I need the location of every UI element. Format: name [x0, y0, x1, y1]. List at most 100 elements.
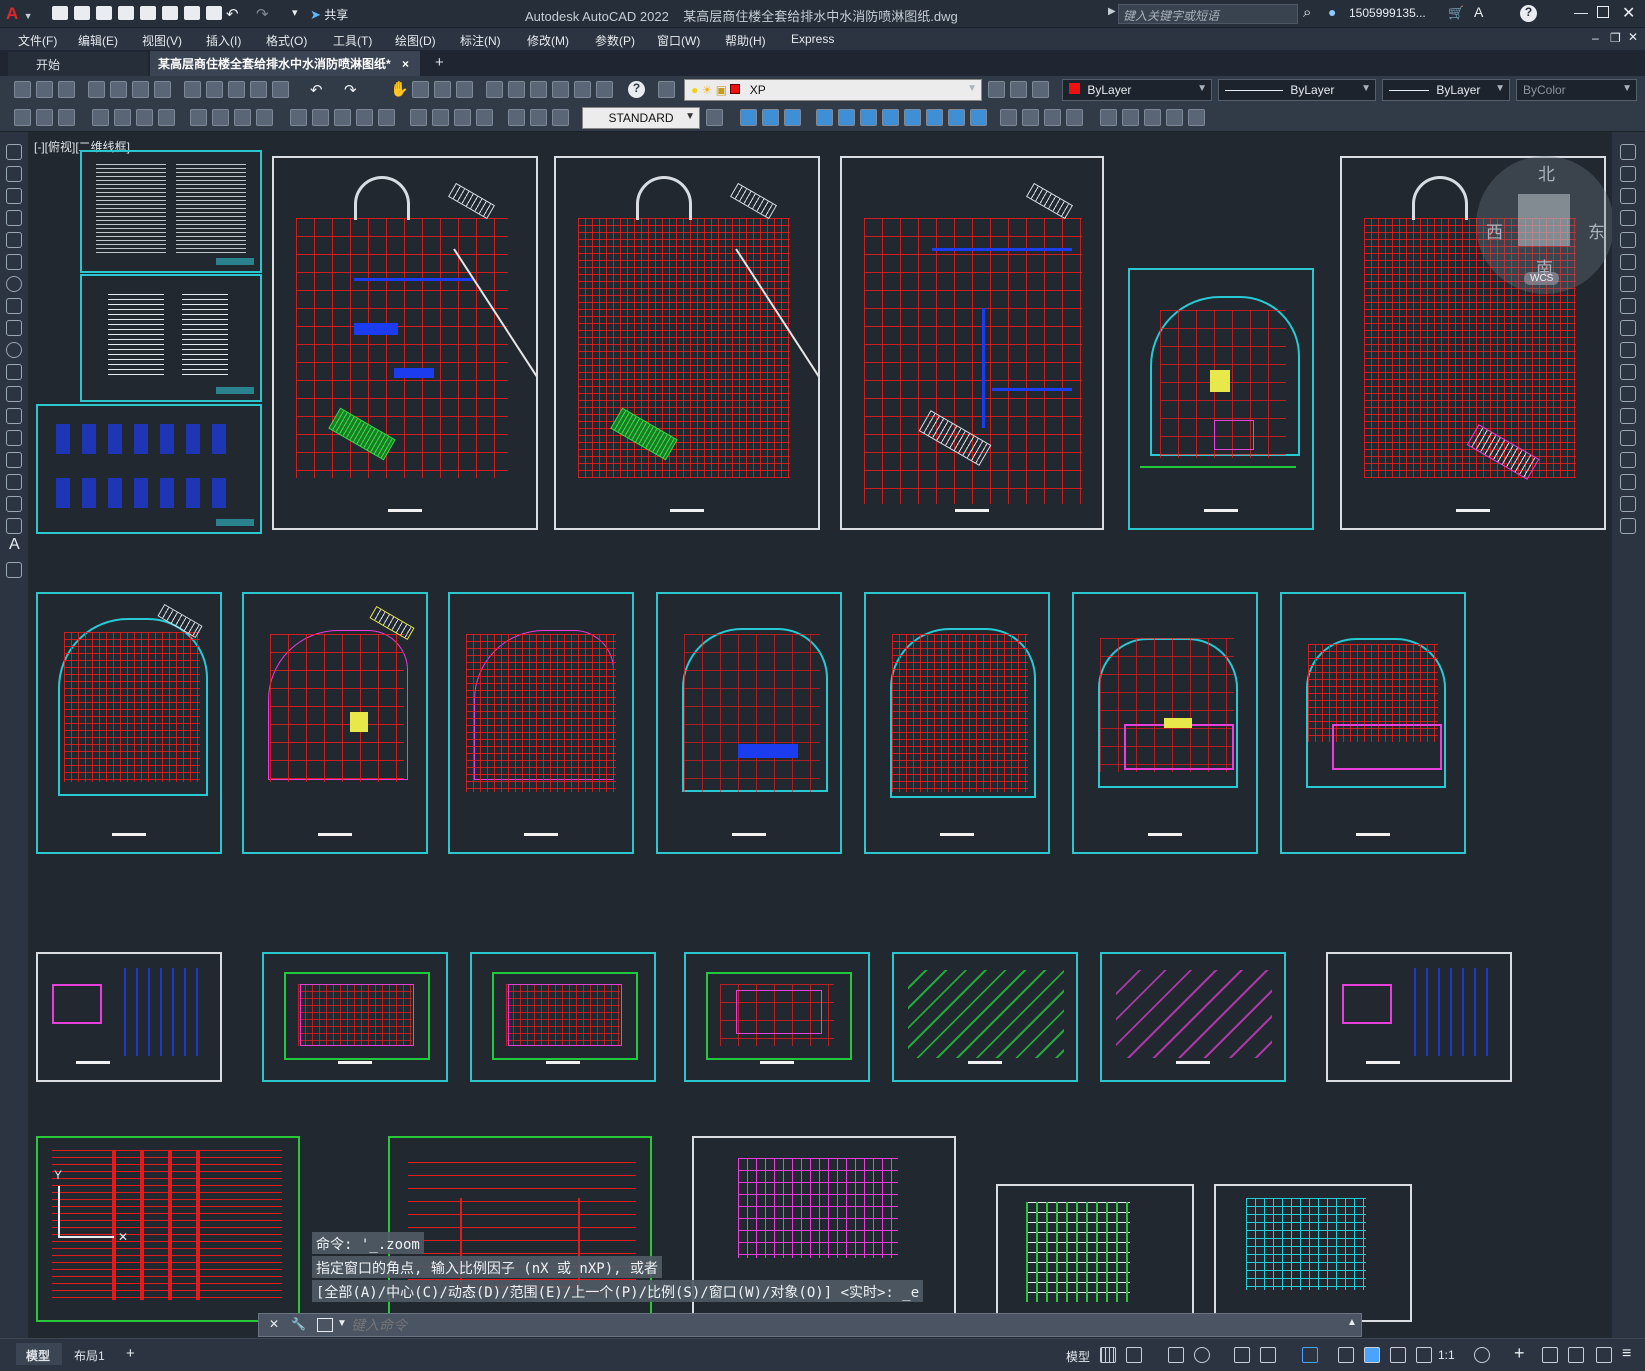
blockeditor-icon[interactable] [272, 81, 289, 98]
scale-icon[interactable] [1620, 298, 1636, 314]
center-mark-icon[interactable] [432, 109, 449, 126]
circle-icon[interactable] [6, 276, 22, 292]
open-web-icon[interactable] [140, 6, 156, 20]
solid-tool-2-icon[interactable] [838, 109, 855, 126]
clean-screen-icon[interactable] [1596, 1347, 1612, 1363]
quick-properties-icon[interactable] [1568, 1347, 1584, 1363]
menu-modify[interactable]: 修改(M) [527, 32, 569, 49]
pan-icon[interactable]: ✋ [390, 80, 409, 98]
rectangle-icon[interactable] [6, 232, 22, 248]
quick-dim-icon[interactable] [290, 109, 307, 126]
drawing-sheet-basement-2[interactable] [554, 156, 820, 530]
region-icon[interactable] [6, 496, 22, 512]
viewcube-west[interactable]: 西 [1486, 218, 1503, 243]
workspace-gear-icon[interactable] [1474, 1347, 1490, 1363]
drawing-tool-3-icon[interactable] [58, 109, 75, 126]
ortho-icon[interactable] [1168, 1347, 1184, 1363]
zoom-previous-icon[interactable] [456, 81, 473, 98]
tab-model[interactable]: 模型 [16, 1343, 62, 1365]
radius-dim-icon[interactable] [190, 109, 207, 126]
arc-icon[interactable] [6, 254, 22, 270]
customize-qat-icon[interactable]: ▾ [292, 6, 298, 19]
ellipse-arc-icon[interactable] [6, 364, 22, 380]
recent-commands-dropdown-icon[interactable]: ▼ [337, 1318, 347, 1329]
copy-object-icon[interactable] [1620, 166, 1636, 182]
polygon-icon[interactable] [6, 210, 22, 226]
command-input[interactable] [351, 1316, 1311, 1334]
viewcube-north[interactable]: 北 [1538, 160, 1555, 185]
drawing-sheet-level-2-plan[interactable] [242, 592, 428, 854]
move-icon[interactable] [1620, 254, 1636, 270]
units-icon[interactable] [1542, 1347, 1558, 1363]
annotation-scale-icon[interactable] [1416, 1347, 1432, 1363]
menu-draw[interactable]: 绘图(D) [395, 32, 436, 49]
drawing-sheet-legend[interactable] [36, 404, 262, 534]
layer-states-icon[interactable] [1032, 81, 1049, 98]
publish-icon[interactable] [132, 81, 149, 98]
redo-icon[interactable]: ↷ [256, 5, 269, 23]
linear-dim-icon[interactable] [92, 109, 109, 126]
drawing-sheet-system-axonometric-2[interactable] [1100, 952, 1286, 1082]
minimize-icon[interactable]: — [1574, 4, 1588, 20]
drawing-sheet-level-3-sprinkler[interactable] [864, 592, 1050, 854]
menu-dimension[interactable]: 标注(N) [460, 32, 501, 49]
preview-icon[interactable] [110, 81, 127, 98]
grid-icon[interactable] [1100, 1347, 1116, 1363]
scroll-up-icon[interactable]: ▲ [1347, 1317, 1357, 1328]
angular-dim-icon[interactable] [256, 109, 273, 126]
menu-insert[interactable]: 插入(I) [206, 32, 241, 49]
drawing-sheet-typical-floor-2[interactable] [470, 952, 656, 1082]
ordinate-dim-icon[interactable] [158, 109, 175, 126]
toolpalettes-icon[interactable] [530, 81, 547, 98]
jogged-dim-icon[interactable] [212, 109, 229, 126]
close-window-icon[interactable]: ✕ [1622, 3, 1635, 23]
search-expand-icon[interactable]: ▶ [1108, 6, 1116, 17]
app-logo-button[interactable]: A ▼ [6, 4, 36, 24]
aligned-dim-icon[interactable] [114, 109, 131, 126]
dim-break-icon[interactable] [378, 109, 395, 126]
drawing-sheet-reclaimed-water-riser[interactable] [1214, 1184, 1412, 1322]
object-snap-tracking-icon[interactable] [1260, 1347, 1276, 1363]
break-point-icon[interactable] [1620, 386, 1636, 402]
solid-tool-3-icon[interactable] [860, 109, 877, 126]
lineweight-dropdown[interactable]: ByLayer ▼ [1382, 79, 1510, 101]
annotation-monitor-icon[interactable]: + [1514, 1343, 1525, 1364]
doc-minimize-icon[interactable]: – [1592, 31, 1599, 45]
surface-tool-2-icon[interactable] [762, 109, 779, 126]
point-icon[interactable] [6, 430, 22, 446]
surface-tool-3-icon[interactable] [784, 109, 801, 126]
zoom-realtime-icon[interactable] [412, 81, 429, 98]
menu-file[interactable]: 文件(F) [18, 32, 57, 49]
mesh-tool-5-icon[interactable] [1188, 109, 1205, 126]
annotation-scale-value[interactable]: 1:1 [1438, 1348, 1455, 1362]
mesh-tool-3-icon[interactable] [1144, 109, 1161, 126]
mesh-tool-1-icon[interactable] [1100, 109, 1117, 126]
close-cmdline-icon[interactable]: ✕ [269, 1317, 279, 1331]
paste-icon[interactable] [228, 81, 245, 98]
polar-icon[interactable] [1194, 1347, 1210, 1363]
fillet-icon[interactable] [1620, 474, 1636, 490]
shade-tool-3-icon[interactable] [1044, 109, 1061, 126]
tab-close-icon[interactable]: × [402, 57, 409, 71]
inspection-icon[interactable] [454, 109, 471, 126]
linetype-dropdown[interactable]: ByLayer ▼ [1218, 79, 1376, 101]
spline-icon[interactable] [6, 320, 22, 336]
drawing-sheet-level-4-plan[interactable] [1072, 592, 1258, 854]
model-space-toggle[interactable]: 模型 [1066, 1348, 1090, 1365]
drawing-sheet-level-4-sprinkler[interactable] [1280, 592, 1466, 854]
drawing-sheet-design-notes[interactable] [80, 150, 262, 273]
layer-match-icon[interactable] [1010, 81, 1027, 98]
table-icon[interactable] [6, 518, 22, 534]
hatch-icon[interactable] [6, 452, 22, 468]
mesh-tool-2-icon[interactable] [1122, 109, 1139, 126]
color-dropdown[interactable]: ByLayer ▼ [1062, 79, 1212, 101]
doc-close-icon[interactable]: ✕ [1628, 30, 1638, 44]
trim-icon[interactable] [1620, 342, 1636, 358]
new-file-icon[interactable] [52, 6, 68, 20]
rotate-icon[interactable] [1620, 276, 1636, 292]
save-as-icon[interactable] [118, 6, 134, 20]
shade-tool-1-icon[interactable] [1000, 109, 1017, 126]
search-box[interactable]: 键入关键字或短语 [1118, 4, 1298, 24]
drawing-sheet-toilet-detail-2[interactable] [1326, 952, 1512, 1082]
drawing-sheet-roof-plan[interactable] [684, 952, 870, 1082]
